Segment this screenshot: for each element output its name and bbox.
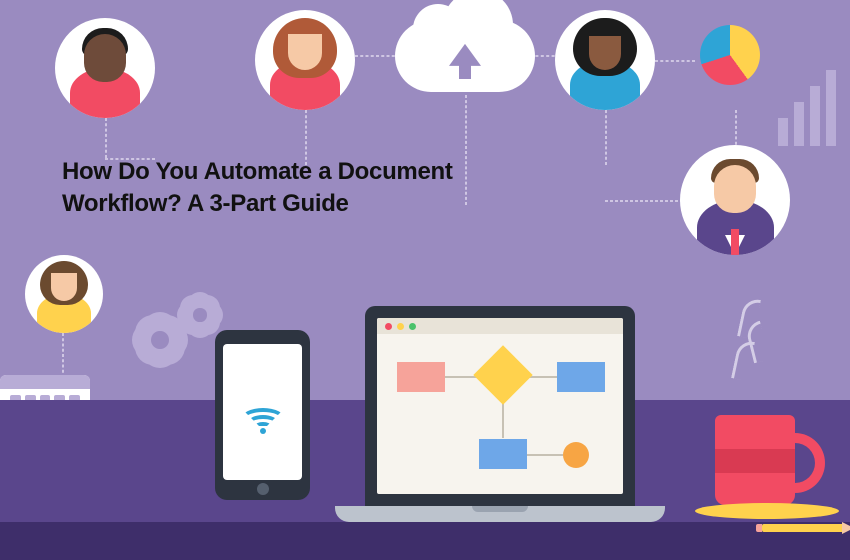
gear-icon [185,300,215,330]
smartphone [215,330,310,500]
title-line-1: How Do You Automate a Document [62,158,453,185]
avatar-person-5 [25,255,103,333]
cloud-upload-icon [395,20,535,92]
connector-line [735,110,737,150]
avatar-person-2 [255,10,355,110]
traffic-light-max-icon [409,323,416,330]
flowchart-node [397,362,445,392]
laptop [335,306,665,522]
connector-line [355,55,400,57]
title-line-2: Workflow? A 3-Part Guide [62,190,349,217]
traffic-light-close-icon [385,323,392,330]
window-titlebar [377,318,623,334]
connector-line [465,95,467,205]
article-title: How Do You Automate a Document Workflow?… [62,156,453,221]
avatar-person-3 [555,10,655,110]
avatar-person-1 [55,18,155,118]
traffic-light-min-icon [397,323,404,330]
flowchart-diagram [377,334,623,494]
flowchart-node [479,439,527,469]
home-button-icon [257,483,269,495]
wifi-icon [241,390,285,434]
connector-line [605,200,683,202]
gear-icon [140,320,180,360]
flowchart-terminator [563,442,589,468]
pencil-icon [762,524,842,532]
connector-line [605,110,607,165]
bar-chart-icon [778,70,836,146]
desk-edge [0,522,850,560]
coffee-mug [715,415,795,505]
flowchart-decision [473,345,532,404]
connector-line [655,60,695,62]
avatar-person-4 [680,145,790,255]
flowchart-node [557,362,605,392]
illustration-scene: How Do You Automate a Document Workflow?… [0,0,850,560]
steam-icon [735,340,765,410]
connector-line [105,118,107,158]
pie-chart-icon [700,25,760,85]
connector-line [62,333,64,378]
